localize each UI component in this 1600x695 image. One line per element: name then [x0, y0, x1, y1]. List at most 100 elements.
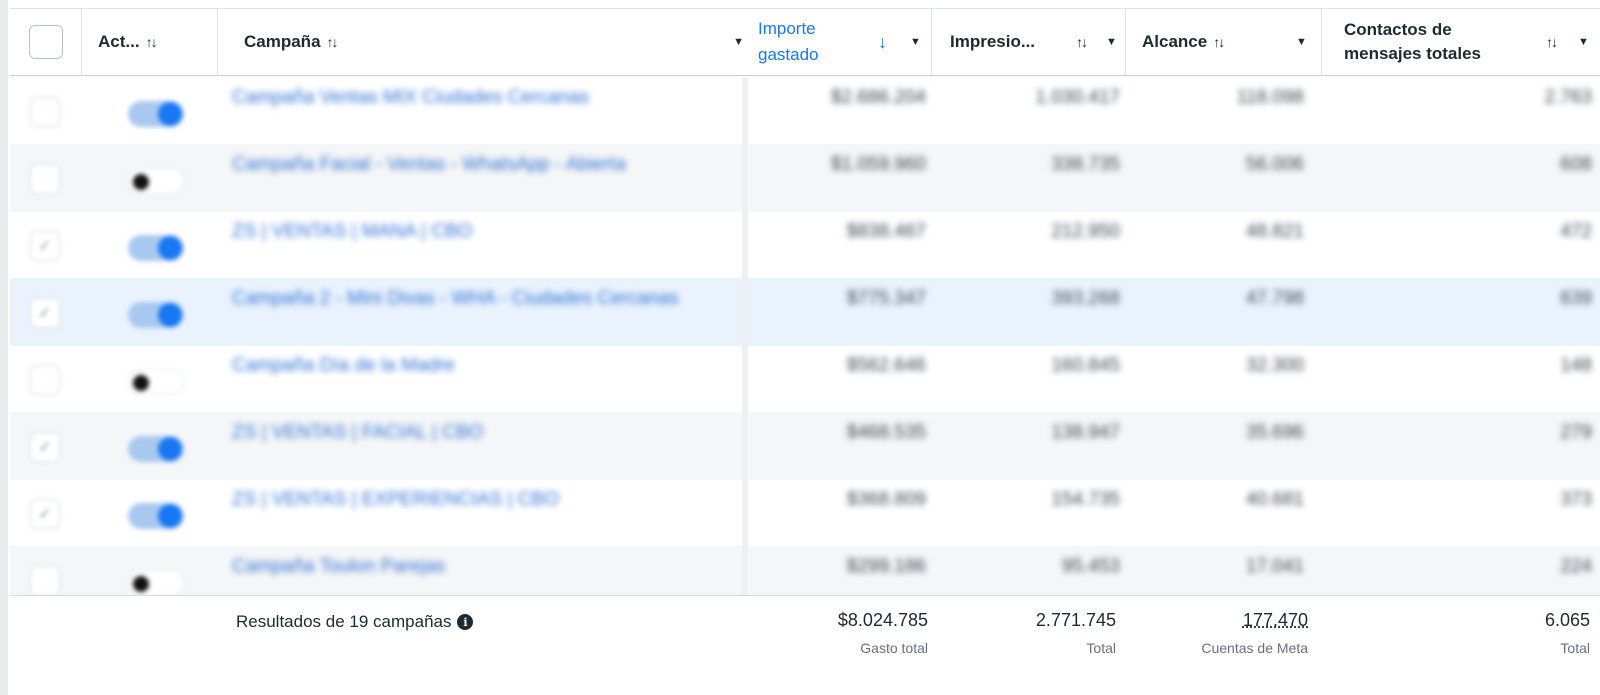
caret-down-icon[interactable]: ▼ — [910, 36, 921, 48]
campaign-name-link[interactable]: ZS | VENTAS | EXPERIENCIAS | CBO — [232, 489, 559, 511]
amount-spent-cell: $2.686.204 — [830, 87, 926, 108]
total-amount-spent-caption: Gasto total — [860, 640, 928, 656]
row-checkbox[interactable]: ✓ — [30, 499, 60, 529]
results-summary-label: Resultados de 19 campañas — [236, 612, 452, 631]
message-contacts-cell: 373 — [1560, 489, 1592, 510]
row-checkbox[interactable] — [30, 164, 60, 194]
sort-icon[interactable]: ↑↓ — [1546, 34, 1558, 50]
active-toggle[interactable] — [128, 101, 184, 127]
column-header-active[interactable]: Act... ↑↓ — [82, 9, 218, 75]
sort-icon[interactable]: ↑↓ — [146, 34, 158, 50]
campaign-name-link[interactable]: ZS | VENTAS | MANA | CBO — [232, 221, 472, 243]
amount-spent-cell: $368.809 — [846, 489, 926, 510]
column-label-impressions: Impresio... — [950, 32, 1036, 51]
column-label-amount-spent: Importe gastado — [758, 16, 819, 68]
active-toggle[interactable] — [128, 235, 184, 261]
select-all-checkbox[interactable] — [28, 25, 63, 59]
reach-cell: 17.041 — [1245, 556, 1304, 577]
active-toggle[interactable] — [128, 369, 184, 395]
total-message-contacts-caption: Total — [1560, 640, 1590, 656]
reach-cell: 35.696 — [1245, 422, 1304, 443]
campaign-name-link[interactable]: Campaña Facial - Ventas - WhatsApp - Abi… — [232, 154, 626, 176]
active-toggle[interactable] — [128, 503, 184, 529]
impressions-cell: 95.453 — [1061, 556, 1120, 577]
campaigns-table: Act... ↑↓ Campaña ↑↓ ▼ Importe gastado ↓… — [0, 0, 1600, 695]
row-checkbox[interactable] — [30, 97, 60, 127]
column-label-campaign: Campaña — [244, 32, 321, 51]
column-label-line1: Contactos de — [1344, 20, 1452, 39]
amount-spent-cell: $838.467 — [846, 221, 926, 242]
active-toggle[interactable] — [128, 436, 184, 462]
table-row[interactable]: ✓ Campaña 2 - Mini Divas - WHA - Ciudades… — [10, 278, 1600, 346]
reach-cell: 40.681 — [1245, 489, 1304, 510]
results-summary: Resultados de 19 campañas i — [236, 612, 474, 632]
campaign-name-link[interactable]: Campaña Toulon Parejas — [232, 556, 445, 578]
impressions-cell: 138.947 — [1051, 422, 1120, 443]
table-row[interactable]: ✓ ZS | VENTAS | EXPERIENCIAS | CBO $368.80… — [10, 479, 1600, 547]
column-label-line2: gastado — [758, 45, 819, 64]
row-checkbox[interactable]: ✓ — [30, 231, 60, 261]
info-icon[interactable]: i — [457, 614, 474, 630]
impressions-cell: 212.950 — [1051, 221, 1120, 242]
column-label-line1: Importe — [758, 19, 816, 38]
row-checkbox[interactable] — [30, 566, 60, 595]
caret-down-icon[interactable]: ▼ — [1578, 36, 1589, 48]
table-body: Campaña Ventas MIX Ciudades Cercanas $2.6… — [10, 77, 1600, 595]
message-contacts-cell: 472 — [1560, 221, 1592, 242]
column-header-reach[interactable]: Alcance ↑↓ ▼ — [1126, 9, 1322, 75]
amount-spent-cell: $1.059.960 — [830, 154, 926, 175]
table-row[interactable]: ✓ ZS | VENTAS | MANA | CBO $838.467 212.950… — [10, 211, 1600, 279]
total-impressions: 2.771.745 — [1035, 610, 1116, 630]
table-row[interactable]: Campaña Toulon Parejas $299.186 95.453 17.0… — [10, 546, 1600, 595]
message-contacts-cell: 608 — [1560, 154, 1592, 175]
amount-spent-cell: $775.347 — [846, 288, 926, 309]
total-reach-caption: Cuentas de Meta — [1201, 640, 1308, 656]
campaign-name-link[interactable]: Campaña Ventas MIX Ciudades Cercanas — [232, 87, 589, 109]
column-label-reach: Alcance — [1142, 32, 1208, 51]
message-contacts-cell: 2.763 — [1544, 87, 1592, 108]
impressions-cell: 154.735 — [1051, 489, 1120, 510]
column-header-amount-spent[interactable]: Importe gastado ↓ ▼ — [750, 9, 932, 75]
row-checkbox[interactable]: ✓ — [30, 432, 60, 462]
header-select-all-cell — [10, 9, 82, 75]
active-toggle[interactable] — [128, 302, 184, 328]
left-edge — [0, 0, 8, 695]
amount-spent-cell: $468.535 — [846, 422, 926, 443]
row-checkbox[interactable] — [30, 365, 60, 395]
sort-icon[interactable]: ↑↓ — [1076, 34, 1088, 50]
campaign-name-link[interactable]: Campaña Día de la Madre — [232, 355, 455, 377]
campaign-name-link[interactable]: Campaña 2 - Mini Divas - WHA - Ciudades … — [232, 288, 679, 310]
table-row[interactable]: Campaña Ventas MIX Ciudades Cercanas $2.6… — [10, 77, 1600, 145]
caret-down-icon[interactable]: ▼ — [1106, 36, 1117, 48]
column-label-message-contacts: Contactos de mensajes totales — [1344, 18, 1481, 66]
total-amount-spent: $8.024.785 — [837, 610, 928, 630]
table-header: Act... ↑↓ Campaña ↑↓ ▼ Importe gastado ↓… — [10, 8, 1600, 76]
active-toggle[interactable] — [128, 168, 184, 194]
sort-icon[interactable]: ↑↓ — [1213, 34, 1225, 50]
sort-icon[interactable]: ↑↓ — [327, 34, 339, 50]
table-row[interactable]: Campaña Día de la Madre $562.646 160.845 32… — [10, 345, 1600, 413]
reach-cell: 48.821 — [1245, 221, 1304, 242]
table-row[interactable]: Campaña Facial - Ventas - WhatsApp - Abi… — [10, 144, 1600, 212]
caret-down-icon[interactable]: ▼ — [1296, 36, 1307, 48]
reach-cell: 32.300 — [1245, 355, 1304, 376]
message-contacts-cell: 279 — [1560, 422, 1592, 443]
campaign-name-link[interactable]: ZS | VENTAS | FACIAL | CBO — [232, 422, 483, 444]
column-header-message-contacts[interactable]: Contactos de mensajes totales ↑↓ ▼ — [1322, 9, 1600, 75]
row-checkbox[interactable]: ✓ — [30, 298, 60, 328]
total-reach[interactable]: 177.470 — [1243, 610, 1308, 631]
table-row[interactable]: ✓ ZS | VENTAS | FACIAL | CBO $468.535 138.9… — [10, 412, 1600, 480]
column-header-impressions[interactable]: Impresio... ↑↓ ▼ — [932, 9, 1126, 75]
message-contacts-cell: 148 — [1560, 355, 1592, 376]
column-label-active: Act... — [98, 32, 140, 51]
reach-cell: 118.098 — [1236, 87, 1304, 108]
column-header-campaign[interactable]: Campaña ↑↓ ▼ — [218, 9, 758, 75]
impressions-cell: 160.845 — [1051, 355, 1120, 376]
active-toggle[interactable] — [128, 570, 184, 595]
total-message-contacts: 6.065 — [1544, 610, 1590, 630]
caret-down-icon[interactable]: ▼ — [733, 36, 744, 48]
impressions-cell: 1.030.417 — [1035, 87, 1120, 108]
total-impressions-caption: Total — [1086, 640, 1116, 656]
arrow-down-icon[interactable]: ↓ — [878, 32, 887, 53]
amount-spent-cell: $299.186 — [846, 556, 926, 577]
